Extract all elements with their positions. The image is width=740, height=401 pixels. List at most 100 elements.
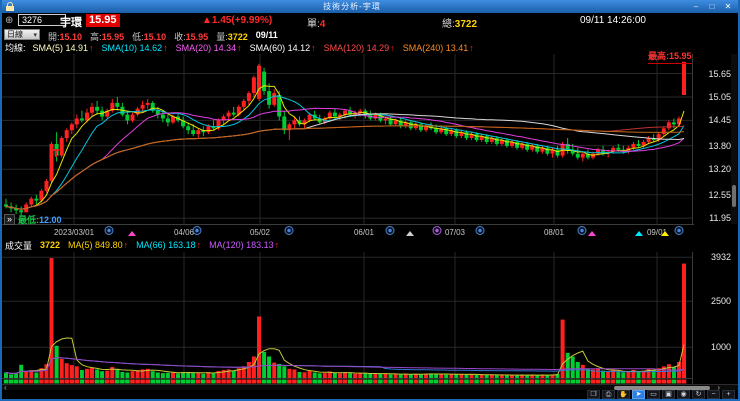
minimize-button[interactable]: –	[690, 1, 702, 12]
pan-hand-icon[interactable]: ✋	[617, 390, 630, 399]
window-controls: – □ ✕	[690, 1, 734, 12]
event-marker-icon[interactable]	[104, 226, 114, 235]
legend-item: SMA(10) 14.62↑	[101, 42, 168, 53]
price-axis-label: 13.20	[708, 164, 731, 174]
volume-legend-items: MA(5) 849.80↑ MA(66) 163.18↑ MA(120) 183.1…	[68, 240, 279, 250]
event-triangle-icon	[128, 231, 136, 236]
volume-axis-label: 3932	[710, 252, 731, 262]
date-axis-label: 07/03	[444, 228, 466, 237]
chevron-down-icon: ▾	[33, 31, 37, 39]
up-arrow-icon: ↑	[123, 240, 129, 250]
event-marker-icon[interactable]	[432, 226, 442, 235]
date-axis-label: 04/06	[173, 228, 195, 237]
volume-ma-lines	[5, 337, 685, 376]
lowest-price-group: » 最低:12.00	[4, 213, 62, 226]
close-button[interactable]: ✕	[722, 1, 734, 12]
candles	[4, 61, 686, 217]
up-arrow-icon: ↑	[311, 42, 316, 53]
window-title: 技術分析-宇環	[323, 2, 381, 11]
sma-legend-items: SMA(5) 14.91↑ SMA(10) 14.62↑ SMA(20) 14.34…	[33, 43, 474, 53]
event-marker-icon[interactable]	[385, 226, 395, 235]
date-axis-label: 05/02	[249, 228, 271, 237]
up-arrow-icon: ↑	[196, 240, 202, 250]
legend-item: SMA(20) 14.34↑	[175, 42, 242, 53]
up-arrow-icon: ↑	[390, 42, 395, 53]
volume-axis: 3932 2500 1000	[696, 252, 734, 384]
volume-legend-title: 成交量	[5, 240, 33, 251]
price-axis-label: 13.80	[708, 141, 731, 151]
volume-chart-pane[interactable]	[2, 252, 694, 384]
period-selector[interactable]: 日線 ▾	[4, 29, 40, 40]
event-triangle-icon	[661, 231, 669, 236]
volume-bars	[4, 258, 686, 378]
date-axis: 2023/03/01 04/06 05/02 06/01 07/03 08/01 09/01	[2, 224, 694, 238]
legend-item: MA(120) 183.13↑	[209, 240, 280, 250]
up-arrow-icon: ↑	[469, 42, 474, 53]
lock-icon	[6, 2, 14, 11]
price-axis-label: 11.95	[709, 213, 731, 223]
date-axis-label: 08/01	[543, 228, 565, 237]
cursor-select-icon[interactable]: ➤	[632, 390, 645, 399]
view-icon[interactable]: ◉	[677, 390, 690, 399]
event-marker-icon[interactable]	[475, 226, 485, 235]
price-chart	[2, 54, 693, 224]
up-arrow-icon: ↑	[274, 240, 280, 250]
volume-axis-label: 2500	[710, 296, 731, 306]
price-gridlines	[2, 54, 693, 224]
zoom-in-icon[interactable]: +	[722, 390, 735, 399]
period-selector-value: 日線	[7, 30, 23, 39]
lowest-price-label: 最低:12.00	[18, 215, 62, 225]
chart-window-icon[interactable]: ▭	[647, 390, 660, 399]
volume-chart	[2, 252, 693, 384]
volume-gridlines	[2, 252, 693, 384]
price-axis-label: 15.05	[708, 92, 731, 102]
title-bar: 技術分析-宇環 – □ ✕	[2, 0, 738, 13]
event-marker-icon[interactable]	[577, 226, 587, 235]
bottom-toolbar: ❐ ⎙ ✋ ➤ ▭ ▣ ◉ ↻ − +	[2, 390, 738, 399]
event-marker-icon[interactable]	[284, 226, 294, 235]
legend-item: SMA(120) 14.29↑	[323, 42, 395, 53]
volume-legend: 成交量 3722 MA(5) 849.80↑ MA(66) 163.18↑ MA(1…	[2, 238, 738, 252]
sma-lines	[5, 85, 685, 210]
legend-item: MA(66) 163.18↑	[136, 240, 202, 250]
sma-legend: 均線: SMA(5) 14.91↑ SMA(10) 14.62↑ SMA(20) 1…	[2, 41, 738, 54]
price-axis: 15.65 15.05 14.45 13.80 13.20 12.55 11.95	[696, 54, 734, 224]
price-vertical-scrollbar[interactable]	[731, 54, 737, 224]
print-icon[interactable]: ⎙	[602, 390, 615, 399]
event-triangle-icon	[588, 231, 596, 236]
price-change: ▲1.45(+9.99%)	[202, 15, 273, 26]
up-arrow-icon: ↑	[89, 42, 94, 53]
legend-item: MA(5) 849.80↑	[68, 240, 129, 250]
total-volume-field: 總:3722	[442, 15, 477, 30]
app-window: 技術分析-宇環 – □ ✕ ⊕ 宇環 15.95 ▲1.45(+9.99%) 單…	[0, 0, 740, 401]
price-axis-label: 15.65	[708, 69, 731, 79]
highest-price-label: 最高:15.95	[648, 49, 692, 64]
up-arrow-icon: ↑	[237, 42, 242, 53]
up-arrow-icon: ↑	[163, 42, 168, 53]
price-axis-label: 14.45	[708, 115, 731, 125]
volume-axis-label: 1000	[710, 342, 731, 352]
event-triangle-icon	[406, 231, 414, 236]
symbol-lookup-icon[interactable]: ⊕	[5, 15, 13, 26]
single-lot-field: 單:4	[307, 15, 325, 30]
stock-code-input[interactable]	[18, 14, 66, 26]
maximize-button[interactable]: □	[706, 1, 718, 12]
price-chart-pane[interactable]	[2, 54, 694, 224]
legend-item: SMA(60) 14.12↑	[249, 42, 316, 53]
date-axis-label: 2023/03/01	[53, 228, 95, 237]
new-document-icon[interactable]: ❐	[587, 390, 600, 399]
event-triangle-icon	[635, 231, 643, 236]
price-badge: 15.95	[86, 14, 120, 27]
price-axis-label: 12.55	[708, 190, 731, 200]
event-marker-icon[interactable]	[192, 226, 202, 235]
indicator-window-icon[interactable]: ▣	[662, 390, 675, 399]
quote-datetime: 09/11 14:26:00	[580, 15, 646, 26]
event-marker-icon[interactable]	[674, 226, 684, 235]
zoom-out-icon[interactable]: −	[707, 390, 720, 399]
daily-change-ribbon	[3, 379, 687, 384]
refresh-icon[interactable]: ↻	[692, 390, 705, 399]
collapse-button[interactable]: »	[4, 214, 16, 225]
price-vertical-scrollbar-thumb[interactable]	[732, 185, 736, 207]
legend-item: SMA(5) 14.91↑	[32, 42, 94, 53]
legend-item: SMA(240) 13.41↑	[402, 42, 474, 53]
